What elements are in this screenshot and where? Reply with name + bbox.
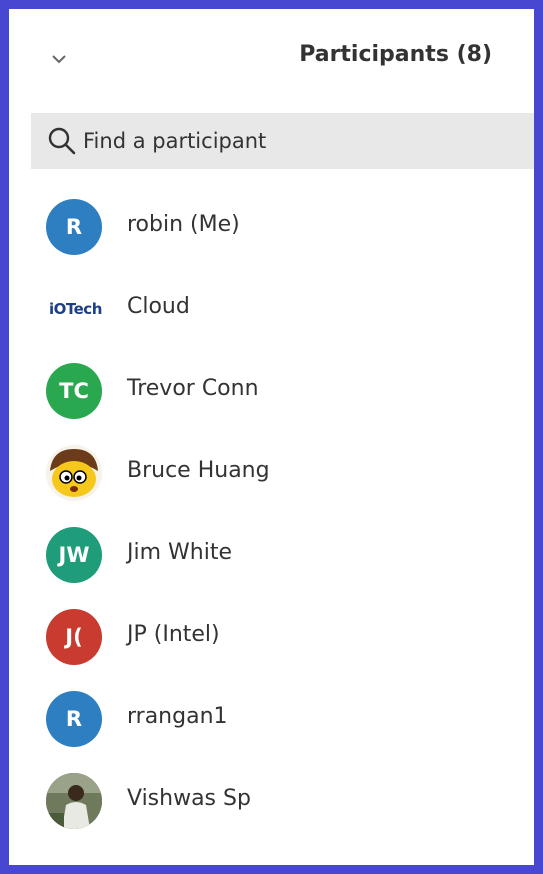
- participant-name: Bruce Huang: [127, 458, 270, 483]
- avatar: J(: [46, 609, 102, 665]
- search-bar[interactable]: [31, 113, 534, 169]
- list-item[interactable]: R robin (Me): [9, 186, 534, 268]
- participant-name: Vishwas Sp: [127, 786, 251, 811]
- avatar: R: [46, 199, 102, 255]
- participants-panel: Participants (8) R robin (Me) iOTech Clo…: [9, 9, 534, 865]
- avatar: TC: [46, 363, 102, 419]
- avatar-initials: R: [65, 215, 83, 239]
- avatar: [46, 445, 102, 501]
- participant-name: Trevor Conn: [127, 376, 259, 401]
- search-icon: [45, 124, 79, 158]
- list-item[interactable]: Vishwas Sp: [9, 760, 534, 842]
- participant-list: R robin (Me) iOTech Cloud TC Trevor Conn: [9, 186, 534, 842]
- avatar: R: [46, 691, 102, 747]
- list-item[interactable]: JW Jim White: [9, 514, 534, 596]
- avatar-initials: R: [65, 707, 83, 731]
- list-item[interactable]: iOTech Cloud: [9, 268, 534, 350]
- list-item[interactable]: Bruce Huang: [9, 432, 534, 514]
- avatar: JW: [46, 527, 102, 583]
- participant-name: Jim White: [127, 540, 232, 565]
- avatar: iOTech: [49, 281, 107, 337]
- avatar-initials: TC: [59, 379, 89, 403]
- list-item[interactable]: J( JP (Intel): [9, 596, 534, 678]
- avatar-initials: JW: [58, 543, 90, 567]
- cartoon-face-icon: [46, 445, 102, 501]
- person-photo-icon: [46, 773, 102, 829]
- list-item[interactable]: TC Trevor Conn: [9, 350, 534, 432]
- avatar-logo-text: iOTech: [49, 300, 102, 318]
- panel-title: Participants (8): [299, 42, 492, 67]
- participant-name: rrangan1: [127, 704, 228, 729]
- participant-name: robin (Me): [127, 212, 240, 237]
- search-input[interactable]: [83, 121, 503, 161]
- chevron-down-icon[interactable]: [45, 45, 73, 73]
- panel-header: Participants (8): [9, 9, 534, 111]
- avatar-initials: J(: [65, 625, 83, 649]
- participant-name: JP (Intel): [127, 622, 220, 647]
- avatar: [46, 773, 102, 829]
- participant-name: Cloud: [127, 294, 190, 319]
- list-item[interactable]: R rrangan1: [9, 678, 534, 760]
